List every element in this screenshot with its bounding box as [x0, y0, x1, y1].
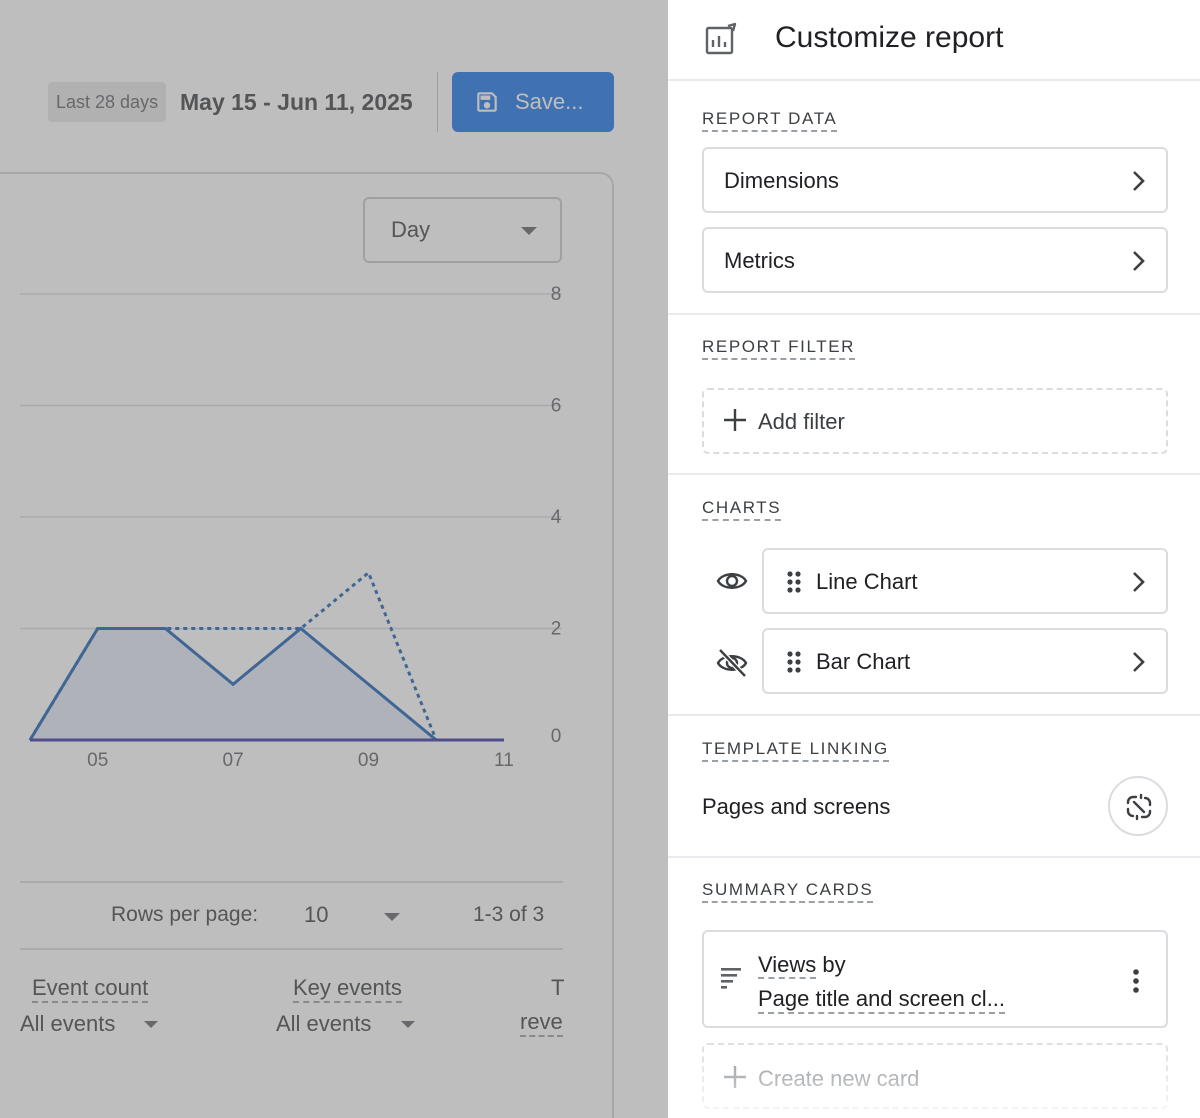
- eye-off-icon[interactable]: [716, 647, 748, 684]
- summary-card-dimension: Page title and screen cl...: [758, 986, 1006, 1014]
- divider: [668, 313, 1200, 315]
- drag-handle-icon[interactable]: [786, 570, 802, 599]
- unlink-template-button[interactable]: [1108, 776, 1168, 836]
- drag-handle-icon[interactable]: [786, 650, 802, 679]
- panel-title: Customize report: [775, 21, 1004, 54]
- x-tick-label: 09: [358, 750, 379, 771]
- caret-down-icon[interactable]: [401, 1021, 415, 1028]
- save-button-label: Save...: [515, 89, 584, 114]
- column-header-key-events[interactable]: Key events: [293, 975, 402, 1003]
- divider: [668, 856, 1200, 858]
- y-tick-label: 2: [551, 619, 562, 640]
- section-label-charts[interactable]: CHARTS: [702, 498, 782, 521]
- granularity-value: Day: [391, 217, 431, 242]
- bar-chart-row[interactable]: Bar Chart: [762, 628, 1168, 694]
- metrics-label: Metrics: [724, 248, 795, 273]
- pagination-info: 1-3 of 3: [473, 903, 545, 926]
- x-tick-label: 05: [87, 750, 108, 771]
- caret-down-icon[interactable]: [384, 913, 400, 921]
- line-chart-row[interactable]: Line Chart: [762, 548, 1168, 614]
- eye-icon[interactable]: [716, 567, 748, 600]
- bar-chart-label: Bar Chart: [816, 649, 911, 674]
- key-event-filter-select[interactable]: All events: [276, 1011, 371, 1037]
- chevron-right-icon: [1126, 248, 1150, 279]
- caret-down-icon: [521, 227, 537, 235]
- event-filter-select[interactable]: All events: [20, 1011, 115, 1037]
- line-chart: 0 2 4 6 8 05 07 09 11: [20, 284, 562, 771]
- rows-per-page-label: Rows per page:: [111, 903, 259, 926]
- save-button[interactable]: Save...: [452, 72, 614, 132]
- dimensions-label: Dimensions: [724, 168, 839, 193]
- section-label-report-data[interactable]: REPORT DATA: [702, 109, 838, 132]
- add-filter-button[interactable]: Add filter: [702, 388, 1168, 454]
- chevron-right-icon: [1126, 569, 1150, 600]
- line-chart-label: Line Chart: [816, 569, 918, 594]
- summary-card-by: by: [816, 952, 846, 977]
- more-vert-icon[interactable]: [1132, 968, 1140, 999]
- x-tick-label: 11: [494, 750, 514, 771]
- y-tick-label: 0: [551, 726, 562, 747]
- template-linking-value: Pages and screens: [702, 794, 891, 819]
- column-header-total-revenue[interactable]: T: [551, 975, 564, 1001]
- section-label-summary-cards[interactable]: SUMMARY CARDS: [702, 880, 874, 903]
- dimensions-row[interactable]: Dimensions: [702, 147, 1168, 213]
- bar-list-icon: [720, 966, 742, 995]
- summary-card-metric: Views: [758, 952, 817, 979]
- column-header-event-count[interactable]: Event count: [32, 975, 149, 1003]
- date-range-label[interactable]: May 15 - Jun 11, 2025: [180, 86, 413, 118]
- y-tick-label: 6: [551, 396, 562, 417]
- table-header-divider: [20, 948, 563, 950]
- column-header-revenue-cont[interactable]: reve: [520, 1009, 563, 1037]
- create-new-card-button[interactable]: Create new card: [702, 1043, 1168, 1109]
- divider: [668, 79, 1200, 81]
- date-preset-chip[interactable]: Last 28 days: [48, 82, 167, 122]
- create-new-card-label: Create new card: [758, 1066, 920, 1091]
- link-off-icon: [1126, 793, 1152, 821]
- add-filter-label: Add filter: [758, 409, 845, 434]
- chevron-right-icon: [1126, 168, 1150, 199]
- report-background: Last 28 days May 15 - Jun 11, 2025 Save.…: [0, 0, 668, 1118]
- table-top-divider: [20, 881, 563, 883]
- divider: [668, 473, 1200, 475]
- header-divider: [437, 72, 438, 132]
- y-tick-label: 4: [551, 507, 562, 528]
- plus-icon: [722, 1064, 748, 1095]
- summary-card[interactable]: Views by Page title and screen cl...: [702, 930, 1168, 1028]
- x-tick-label: 07: [223, 750, 244, 771]
- customize-report-icon: [704, 22, 738, 61]
- section-label-report-filter[interactable]: REPORT FILTER: [702, 337, 856, 360]
- section-label-template-linking[interactable]: TEMPLATE LINKING: [702, 739, 889, 762]
- series-area: [30, 628, 504, 740]
- y-tick-label: 8: [551, 284, 562, 305]
- summary-card-title: Views by: [758, 952, 846, 979]
- customize-report-panel: Customize report REPORT DATA Dimensions …: [668, 0, 1200, 1118]
- chevron-right-icon: [1126, 649, 1150, 680]
- floppy-disk-icon: [474, 89, 500, 121]
- divider: [668, 714, 1200, 716]
- plus-icon: [722, 407, 748, 438]
- caret-down-icon[interactable]: [144, 1021, 158, 1028]
- granularity-select[interactable]: Day: [363, 197, 562, 263]
- metrics-row[interactable]: Metrics: [702, 227, 1168, 293]
- rows-per-page-select[interactable]: 10: [304, 902, 328, 928]
